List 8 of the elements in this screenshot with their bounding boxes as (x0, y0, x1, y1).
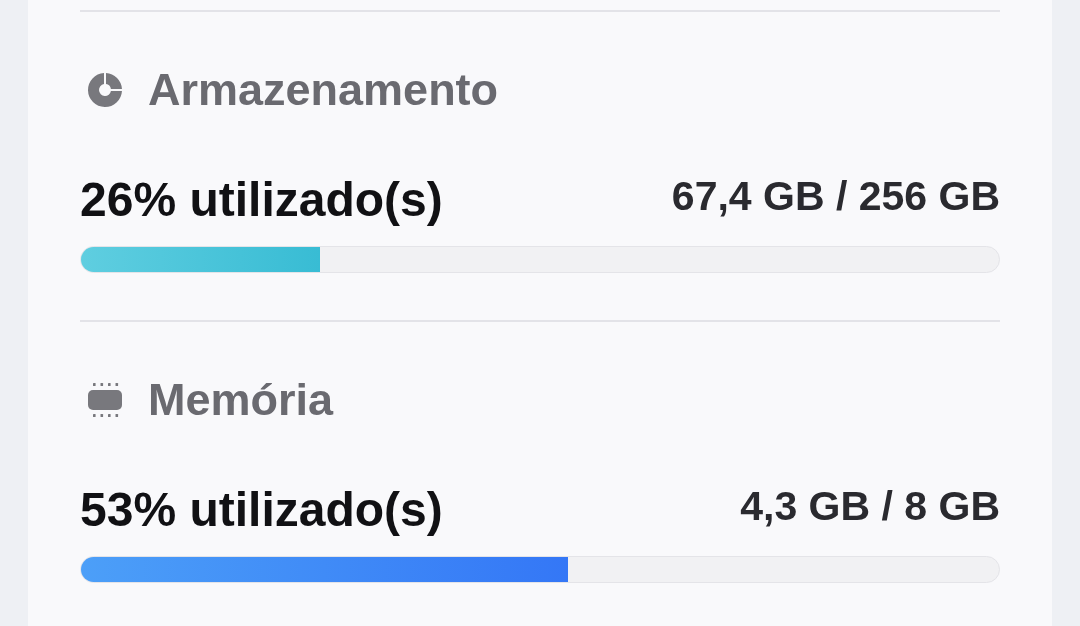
section-title: Armazenamento (148, 63, 499, 117)
usage-percentage: 26% utilizado(s) (80, 172, 443, 228)
section-title: Memória (148, 373, 334, 427)
usage-amount: 67,4 GB / 256 GB (671, 172, 1000, 221)
usage-amount: 4,3 GB / 8 GB (740, 482, 1000, 531)
chip-icon (87, 382, 123, 418)
usage-percentage: 53% utilizado(s) (80, 482, 443, 538)
pie-chart-icon (87, 72, 123, 108)
